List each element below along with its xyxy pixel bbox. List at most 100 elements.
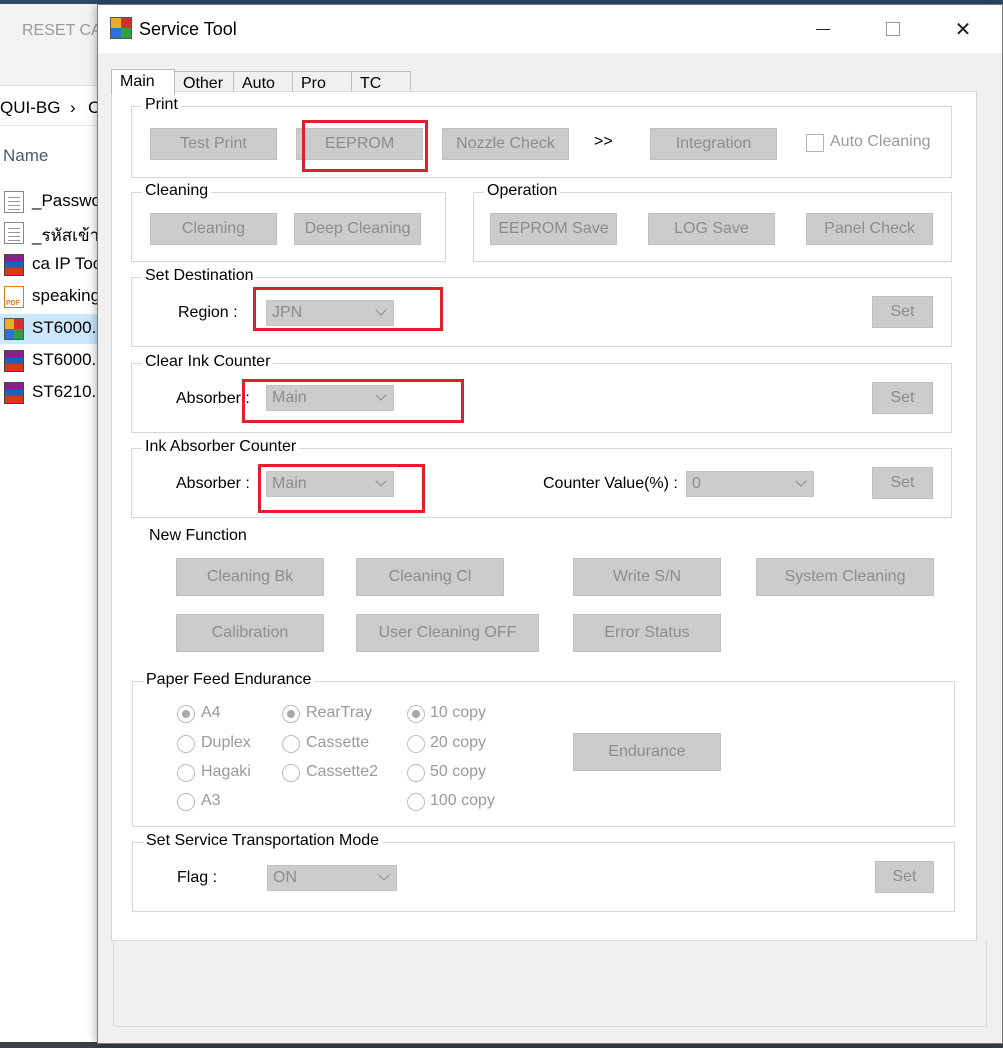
radio-label[interactable]: RearTray bbox=[306, 704, 372, 722]
document-icon bbox=[4, 191, 24, 213]
set-region-button[interactable]: Set bbox=[872, 296, 933, 328]
set-transport-mode-button[interactable]: Set bbox=[875, 861, 934, 893]
radio-a4[interactable] bbox=[177, 705, 195, 723]
address-segment[interactable]: QUI-BG bbox=[0, 98, 60, 118]
tab-main[interactable]: Main bbox=[111, 69, 175, 95]
new-function-label: New Function bbox=[149, 527, 247, 544]
group-label: Paper Feed Endurance bbox=[143, 671, 315, 689]
window-footer-area bbox=[113, 941, 987, 1027]
radio-label[interactable]: Hagaki bbox=[201, 763, 251, 781]
integration-button[interactable]: Integration bbox=[650, 128, 777, 160]
file-name: speaking bbox=[32, 286, 101, 305]
counter-value-select[interactable]: 0 bbox=[686, 471, 814, 497]
panel-check-button[interactable]: Panel Check bbox=[806, 213, 933, 245]
winrar-icon bbox=[4, 382, 24, 404]
log-save-button[interactable]: LOG Save bbox=[648, 213, 775, 245]
group-label: Cleaning bbox=[142, 182, 212, 200]
deep-cleaning-button[interactable]: Deep Cleaning bbox=[294, 213, 421, 245]
radio-reartray[interactable] bbox=[282, 705, 300, 723]
file-name: ST6000.e bbox=[32, 350, 106, 369]
file-name: ST6210.- bbox=[32, 382, 102, 401]
radio-label[interactable]: 100 copy bbox=[430, 792, 495, 810]
cleaning-group: Cleaning Cleaning Deep Cleaning bbox=[131, 182, 446, 262]
region-label: Region : bbox=[178, 304, 238, 321]
name-column-header[interactable]: Name bbox=[3, 146, 48, 166]
winrar-icon bbox=[4, 350, 24, 372]
radio-label[interactable]: 10 copy bbox=[430, 704, 486, 722]
highlight-absorber-annotation bbox=[258, 464, 425, 513]
radio-label[interactable]: A4 bbox=[201, 704, 221, 722]
error-status-button[interactable]: Error Status bbox=[573, 614, 721, 652]
window-title: Service Tool bbox=[139, 19, 237, 39]
radio-label[interactable]: Cassette2 bbox=[306, 763, 378, 781]
group-label: Print bbox=[142, 96, 181, 114]
minimize-button[interactable] bbox=[788, 5, 858, 53]
app-icon bbox=[110, 17, 132, 39]
tab-pro[interactable]: Pro bbox=[292, 71, 352, 93]
paper-feed-endurance-group: Paper Feed Endurance A4 Duplex Hagaki A3… bbox=[132, 671, 955, 827]
radio-label[interactable]: 20 copy bbox=[430, 734, 486, 752]
set-counter-button[interactable]: Set bbox=[872, 467, 933, 499]
group-label: Set Service Transportation Mode bbox=[143, 832, 383, 850]
more-arrow-label: >> bbox=[594, 133, 613, 150]
close-icon: ✕ bbox=[954, 18, 972, 41]
service-tool-window: Service Tool ✕ Main Other Auto Pro TC Pr… bbox=[97, 4, 1003, 1044]
radio-label[interactable]: A3 bbox=[201, 792, 221, 810]
cleaning-cl-button[interactable]: Cleaning Cl bbox=[356, 558, 504, 596]
group-label: Operation bbox=[484, 182, 561, 200]
highlight-region-annotation bbox=[253, 287, 443, 331]
radio-label[interactable]: 50 copy bbox=[430, 763, 486, 781]
radio-100-copy[interactable] bbox=[407, 793, 425, 811]
pdf-icon bbox=[4, 286, 24, 308]
explorer-ribbon-text: RESET CA bbox=[22, 22, 102, 39]
tab-auto[interactable]: Auto bbox=[233, 71, 293, 93]
auto-cleaning-label[interactable]: Auto Cleaning bbox=[830, 133, 931, 151]
flag-label: Flag : bbox=[177, 869, 218, 886]
test-print-button[interactable]: Test Print bbox=[150, 128, 277, 160]
cleaning-button[interactable]: Cleaning bbox=[150, 213, 277, 245]
maximize-icon bbox=[886, 22, 900, 36]
close-button[interactable]: ✕ bbox=[928, 5, 998, 53]
cleaning-bk-button[interactable]: Cleaning Bk bbox=[176, 558, 324, 596]
highlight-eeprom-annotation bbox=[302, 120, 428, 172]
counter-value-label: Counter Value(%) : bbox=[543, 475, 678, 492]
absorber-label: Absorber : bbox=[176, 475, 250, 492]
counter-value: 0 bbox=[692, 475, 701, 492]
radio-hagaki[interactable] bbox=[177, 764, 195, 782]
endurance-button[interactable]: Endurance bbox=[573, 733, 721, 771]
title-bar[interactable]: Service Tool ✕ bbox=[98, 5, 1002, 53]
main-tab-panel: Print Test Print EEPROM Nozzle Check >> … bbox=[111, 91, 977, 941]
radio-duplex[interactable] bbox=[177, 735, 195, 753]
radio-cassette[interactable] bbox=[282, 735, 300, 753]
maximize-button[interactable] bbox=[858, 5, 928, 53]
operation-group: Operation EEPROM Save LOG Save Panel Che… bbox=[473, 182, 952, 262]
file-name: ca IP Too bbox=[32, 254, 103, 273]
tab-other[interactable]: Other bbox=[174, 71, 234, 93]
absorber-label: Absorber : bbox=[176, 390, 250, 407]
ink-absorber-counter-group: Ink Absorber Counter Absorber : Main Cou… bbox=[131, 438, 952, 518]
radio-50-copy[interactable] bbox=[407, 764, 425, 782]
radio-10-copy[interactable] bbox=[407, 705, 425, 723]
radio-a3[interactable] bbox=[177, 793, 195, 811]
auto-cleaning-checkbox[interactable] bbox=[806, 134, 824, 152]
tab-tc[interactable]: TC bbox=[351, 71, 411, 93]
app-icon bbox=[4, 318, 24, 340]
file-name: _Passwo bbox=[32, 191, 101, 210]
nozzle-check-button[interactable]: Nozzle Check bbox=[442, 128, 569, 160]
radio-20-copy[interactable] bbox=[407, 735, 425, 753]
flag-value: ON bbox=[273, 869, 297, 886]
calibration-button[interactable]: Calibration bbox=[176, 614, 324, 652]
radio-cassette2[interactable] bbox=[282, 764, 300, 782]
radio-label[interactable]: Cassette bbox=[306, 734, 369, 752]
eeprom-save-button[interactable]: EEPROM Save bbox=[490, 213, 617, 245]
chevron-right-icon: › bbox=[70, 98, 76, 117]
print-group: Print Test Print EEPROM Nozzle Check >> … bbox=[131, 96, 952, 178]
write-sn-button[interactable]: Write S/N bbox=[573, 558, 721, 596]
flag-select[interactable]: ON bbox=[267, 865, 397, 891]
user-cleaning-off-button[interactable]: User Cleaning OFF bbox=[356, 614, 539, 652]
system-cleaning-button[interactable]: System Cleaning bbox=[756, 558, 934, 596]
file-name: ST6000.e bbox=[32, 318, 106, 337]
chevron-down-icon bbox=[795, 475, 807, 487]
set-clear-ink-button[interactable]: Set bbox=[872, 382, 933, 414]
radio-label[interactable]: Duplex bbox=[201, 734, 251, 752]
